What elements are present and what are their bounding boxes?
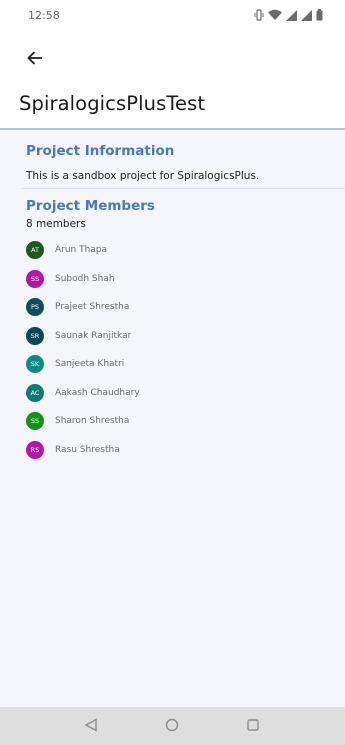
member-item[interactable]: SR Saunak Ranjitkar xyxy=(26,322,140,351)
member-name: Rasu Shrestha xyxy=(55,444,120,455)
project-information-heading: Project Information xyxy=(26,143,175,159)
battery-icon xyxy=(316,9,323,21)
member-avatar: SR xyxy=(26,326,44,345)
project-description: This is a sandbox project for Spiralogic… xyxy=(26,170,260,182)
member-name: Arun Thapa xyxy=(55,245,108,256)
app-bar: SpiralogicsPlusTest xyxy=(0,30,345,130)
nav-back-button[interactable] xyxy=(82,717,100,735)
member-name: Prajeet Shrestha xyxy=(55,302,130,313)
page-title: SpiralogicsPlusTest xyxy=(19,92,206,115)
home-circle-icon xyxy=(165,717,179,736)
nav-home-button[interactable] xyxy=(163,717,181,735)
section-divider xyxy=(22,188,345,189)
member-item[interactable]: AC Aakash Chaudhary xyxy=(26,379,140,408)
member-item[interactable]: SS Sharon Shrestha xyxy=(26,407,140,436)
member-avatar: SK xyxy=(26,355,44,374)
member-avatar: AT xyxy=(26,241,44,260)
back-triangle-icon xyxy=(84,717,98,736)
member-item[interactable]: SS Subodh Shah xyxy=(26,265,140,294)
status-time: 12:58 xyxy=(28,8,60,22)
navigation-bar xyxy=(0,707,345,745)
member-avatar: PS xyxy=(26,298,44,317)
member-avatar: AC xyxy=(26,383,44,402)
member-avatar: SS xyxy=(26,412,44,431)
member-item[interactable]: SK Sanjeeta Khatri xyxy=(26,350,140,379)
back-button[interactable] xyxy=(20,44,50,74)
member-item[interactable]: AT Arun Thapa xyxy=(26,236,140,265)
status-bar: 12:58 xyxy=(0,0,345,30)
member-name: Sharon Shrestha xyxy=(55,416,130,427)
signal-icon xyxy=(286,9,297,21)
member-item[interactable]: RS Rasu Shrestha xyxy=(26,436,140,465)
nav-recents-button[interactable] xyxy=(244,717,262,735)
member-list: AT Arun Thapa SS Subodh Shah PS Prajeet Shres… xyxy=(26,236,140,464)
member-avatar: RS xyxy=(26,440,44,459)
vibrate-icon xyxy=(254,9,264,21)
recents-square-icon xyxy=(246,717,260,736)
member-count: 8 members xyxy=(26,218,86,230)
member-avatar: SS xyxy=(26,269,44,288)
status-icons xyxy=(254,9,323,21)
member-name: Aakash Chaudhary xyxy=(55,387,140,398)
member-name: Subodh Shah xyxy=(55,273,115,284)
member-name: Saunak Ranjitkar xyxy=(55,330,132,341)
wifi-icon xyxy=(268,9,282,21)
arrow-left-icon xyxy=(27,50,43,69)
signal-icon xyxy=(301,9,312,21)
project-members-heading: Project Members xyxy=(26,198,155,214)
member-item[interactable]: PS Prajeet Shrestha xyxy=(26,293,140,322)
member-name: Sanjeeta Khatri xyxy=(55,359,125,370)
